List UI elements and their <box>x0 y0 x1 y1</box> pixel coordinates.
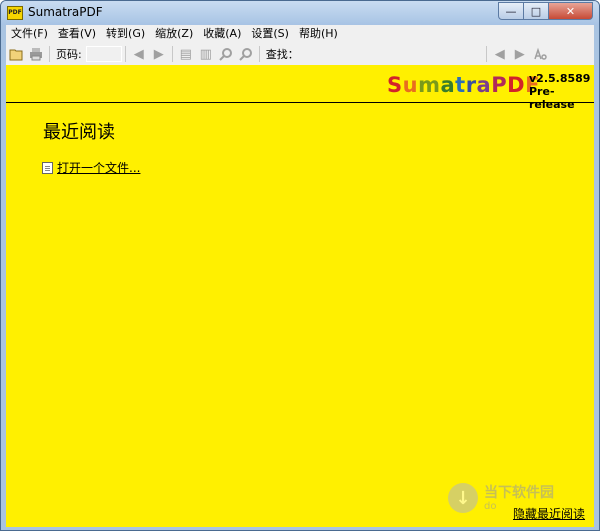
logo-letter: t <box>455 73 466 97</box>
menu-file[interactable]: 文件(F) <box>6 25 53 43</box>
logo-letter: r <box>465 73 477 97</box>
page-number-input[interactable] <box>85 46 122 62</box>
find-label: 查找： <box>265 48 299 61</box>
open-icon[interactable] <box>8 46 24 62</box>
logo-letter: a <box>476 73 492 97</box>
match-case-icon[interactable] <box>532 46 548 62</box>
toolbar-separator <box>485 46 487 62</box>
download-arrow-icon: ↓ <box>448 483 478 513</box>
app-window: PDF SumatraPDF — □ ✕ 文件(F) 查看(V) 转到(G) 缩… <box>0 0 600 531</box>
open-file-link[interactable]: 打开一个文件... <box>42 159 140 176</box>
logo-letter: D <box>507 73 526 97</box>
maximize-button[interactable]: □ <box>524 2 549 20</box>
open-file-label[interactable]: 打开一个文件... <box>57 159 140 176</box>
forward-icon[interactable]: ▶ <box>151 46 167 62</box>
back-icon[interactable]: ◀ <box>131 46 147 62</box>
logo-letter: m <box>418 73 441 97</box>
menu-goto[interactable]: 转到(G) <box>101 25 150 43</box>
toolbar-separator <box>258 46 260 62</box>
logo-letter: P <box>491 73 508 97</box>
title-bar[interactable]: PDF SumatraPDF — □ ✕ <box>1 1 599 25</box>
logo-letter: S <box>387 73 403 97</box>
toolbar: 页码: ◀ ▶ ▤ ▥ 查找： ◀ ▶ <box>6 43 594 66</box>
menu-view[interactable]: 查看(V) <box>53 25 101 43</box>
page-label: 页码: <box>56 48 82 61</box>
logo-letter: u <box>402 73 419 97</box>
single-page-icon[interactable]: ▤ <box>178 46 194 62</box>
zoom-out-icon[interactable] <box>238 46 254 62</box>
toolbar-separator <box>171 46 173 62</box>
menu-bar: 文件(F) 查看(V) 转到(G) 缩放(Z) 收藏(A) 设置(S) 帮助(H… <box>6 25 594 43</box>
find-prev-icon[interactable]: ◀ <box>492 46 508 62</box>
sumatrapdf-logo: SumatraPDF <box>387 73 540 97</box>
watermark-main-text: 当下软件园 <box>484 484 554 501</box>
logo-letter: a <box>440 73 456 97</box>
version-number: v2.5.8589 <box>529 72 591 85</box>
release-label: Pre-release <box>529 85 575 111</box>
menu-help[interactable]: 帮助(H) <box>294 25 343 43</box>
two-page-icon[interactable]: ▥ <box>198 46 214 62</box>
app-icon[interactable]: PDF <box>7 6 23 20</box>
version-info: v2.5.8589 Pre-release <box>529 72 594 111</box>
find-next-icon[interactable]: ▶ <box>512 46 528 62</box>
window-controls: — □ ✕ <box>498 2 593 20</box>
header-divider <box>6 102 594 103</box>
menu-zoom[interactable]: 缩放(Z) <box>150 25 198 43</box>
close-button[interactable]: ✕ <box>549 2 593 20</box>
print-icon[interactable] <box>28 46 44 62</box>
find-input[interactable] <box>302 46 483 62</box>
start-page: SumatraPDF v2.5.8589 Pre-release 最近阅读 打开… <box>6 65 594 527</box>
recent-files-title: 最近阅读 <box>43 122 115 143</box>
document-icon <box>42 161 53 174</box>
menu-settings[interactable]: 设置(S) <box>246 25 294 43</box>
minimize-button[interactable]: — <box>498 2 524 20</box>
zoom-in-icon[interactable] <box>218 46 234 62</box>
toolbar-separator <box>49 46 50 62</box>
menu-favorites[interactable]: 收藏(A) <box>198 25 246 43</box>
hide-recent-link[interactable]: 隐藏最近阅读 <box>513 505 585 522</box>
window-title: SumatraPDF <box>28 5 103 19</box>
toolbar-separator <box>124 46 126 62</box>
